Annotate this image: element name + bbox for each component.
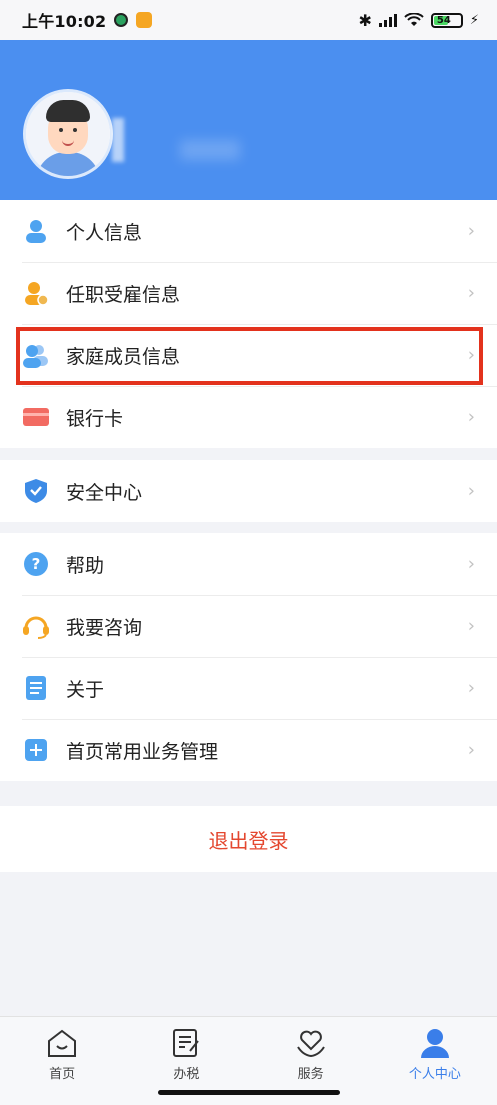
chevron-right-icon: › [467, 282, 475, 304]
user-icon [420, 1029, 449, 1058]
chevron-right-icon: › [467, 406, 475, 428]
home-icon [48, 1029, 77, 1057]
menu-item-family-info[interactable]: 家庭成员信息 › [0, 324, 497, 386]
menu-item-employment-info[interactable]: 任职受雇信息 › [0, 262, 497, 324]
chevron-right-icon: › [467, 480, 475, 502]
plus-icon [22, 736, 50, 764]
menu-item-label: 首页常用业务管理 [66, 740, 219, 763]
chevron-right-icon: › [467, 677, 475, 699]
blurred-username [112, 118, 124, 162]
tab-home[interactable]: 首页 [0, 1017, 124, 1105]
tab-label: 首页 [49, 1067, 76, 1082]
menu-item-home-business-management[interactable]: 首页常用业务管理 › [0, 719, 497, 781]
tab-label: 服务 [297, 1067, 324, 1082]
charging-icon: ⚡ [469, 12, 479, 28]
bluetooth-icon: ✱ [358, 10, 372, 30]
chevron-right-icon: › [467, 553, 475, 575]
headset-icon [22, 612, 50, 640]
status-bar: 上午10:02 ✱ 54 ⚡ [0, 0, 497, 40]
signal-icon [378, 13, 397, 27]
document-icon [22, 674, 50, 702]
logout-button[interactable]: 退出登录 [0, 806, 497, 872]
edit-doc-icon [173, 1029, 200, 1057]
notes-notification-icon [136, 12, 153, 28]
menu-item-consult[interactable]: 我要咨询 › [0, 595, 497, 657]
tab-label: 办税 [173, 1067, 200, 1082]
status-time: 上午10:02 [22, 12, 107, 31]
family-icon [22, 341, 50, 369]
menu-item-label: 家庭成员信息 [66, 345, 181, 368]
employment-icon [22, 279, 50, 307]
profile-header [0, 40, 497, 200]
chevron-right-icon: › [467, 220, 475, 242]
home-indicator [158, 1090, 340, 1095]
avatar[interactable] [26, 92, 110, 176]
blurred-info [180, 140, 240, 160]
heart-hand-icon [296, 1030, 325, 1058]
shield-icon [22, 477, 50, 505]
person-icon [22, 217, 50, 245]
chevron-right-icon: › [467, 615, 475, 637]
menu-group-account: 个人信息 › 任职受雇信息 › 家庭成员信息 › 银行卡 › [0, 200, 497, 448]
menu-item-help[interactable]: ? 帮助 › [0, 533, 497, 595]
menu-item-label: 安全中心 [66, 481, 143, 504]
bank-card-icon [22, 403, 50, 431]
chevron-right-icon: › [467, 344, 475, 366]
wifi-icon [404, 13, 424, 26]
app-notification-icon [114, 13, 129, 27]
menu-item-label: 帮助 [66, 554, 105, 577]
menu-item-personal-info[interactable]: 个人信息 › [0, 200, 497, 262]
battery-icon: 54 [430, 12, 463, 28]
tab-label: 个人中心 [408, 1067, 461, 1082]
chevron-right-icon: › [467, 739, 475, 761]
menu-item-label: 个人信息 [66, 221, 143, 244]
menu-item-label: 我要咨询 [66, 616, 143, 639]
menu-group-support: ? 帮助 › 我要咨询 › 关于 › 首页常用业务管理 › [0, 533, 497, 781]
menu-item-about[interactable]: 关于 › [0, 657, 497, 719]
menu-group-security: 安全中心 › [0, 460, 497, 522]
menu-item-security-center[interactable]: 安全中心 › [0, 460, 497, 522]
menu-item-label: 关于 [66, 678, 105, 701]
help-icon: ? [22, 550, 50, 578]
menu-item-label: 银行卡 [66, 407, 124, 430]
battery-level: 54 [436, 14, 451, 26]
svg-text:?: ? [32, 555, 41, 573]
menu-item-label: 任职受雇信息 [66, 283, 181, 306]
menu-item-bank-card[interactable]: 银行卡 › [0, 386, 497, 448]
tab-personal-center[interactable]: 个人中心 [373, 1017, 497, 1105]
